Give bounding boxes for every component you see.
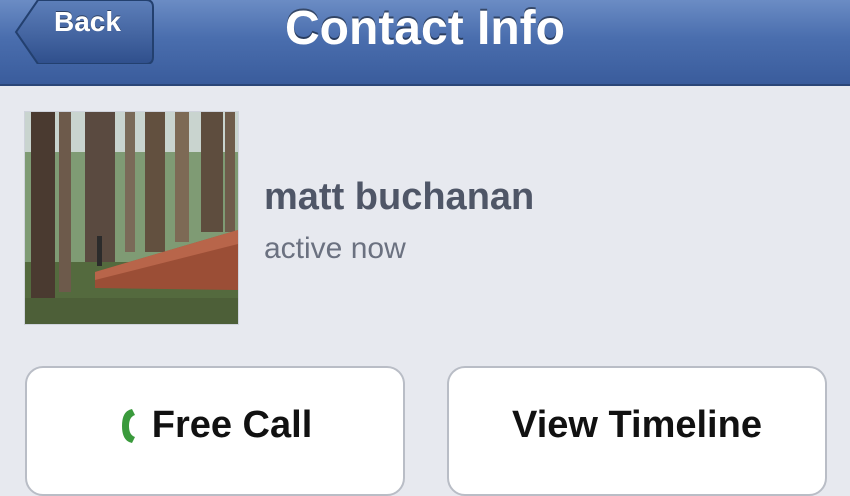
contact-status: active now: [264, 232, 406, 265]
avatar: [24, 111, 239, 325]
forest-photo-icon: [25, 112, 238, 324]
view-timeline-button[interactable]: View Timeline: [447, 366, 827, 496]
page-title: Contact Info: [285, 2, 565, 55]
view-timeline-content: View Timeline: [449, 404, 825, 447]
free-call-label: Free Call: [151, 404, 313, 446]
free-call-content: Free Call: [27, 404, 403, 447]
view-timeline-label: View Timeline: [512, 404, 762, 446]
free-call-button[interactable]: Free Call: [25, 366, 405, 496]
navigation-bar: Back Contact Info: [0, 0, 850, 86]
phone-icon: [121, 408, 135, 443]
contact-name: matt buchanan: [264, 176, 535, 218]
